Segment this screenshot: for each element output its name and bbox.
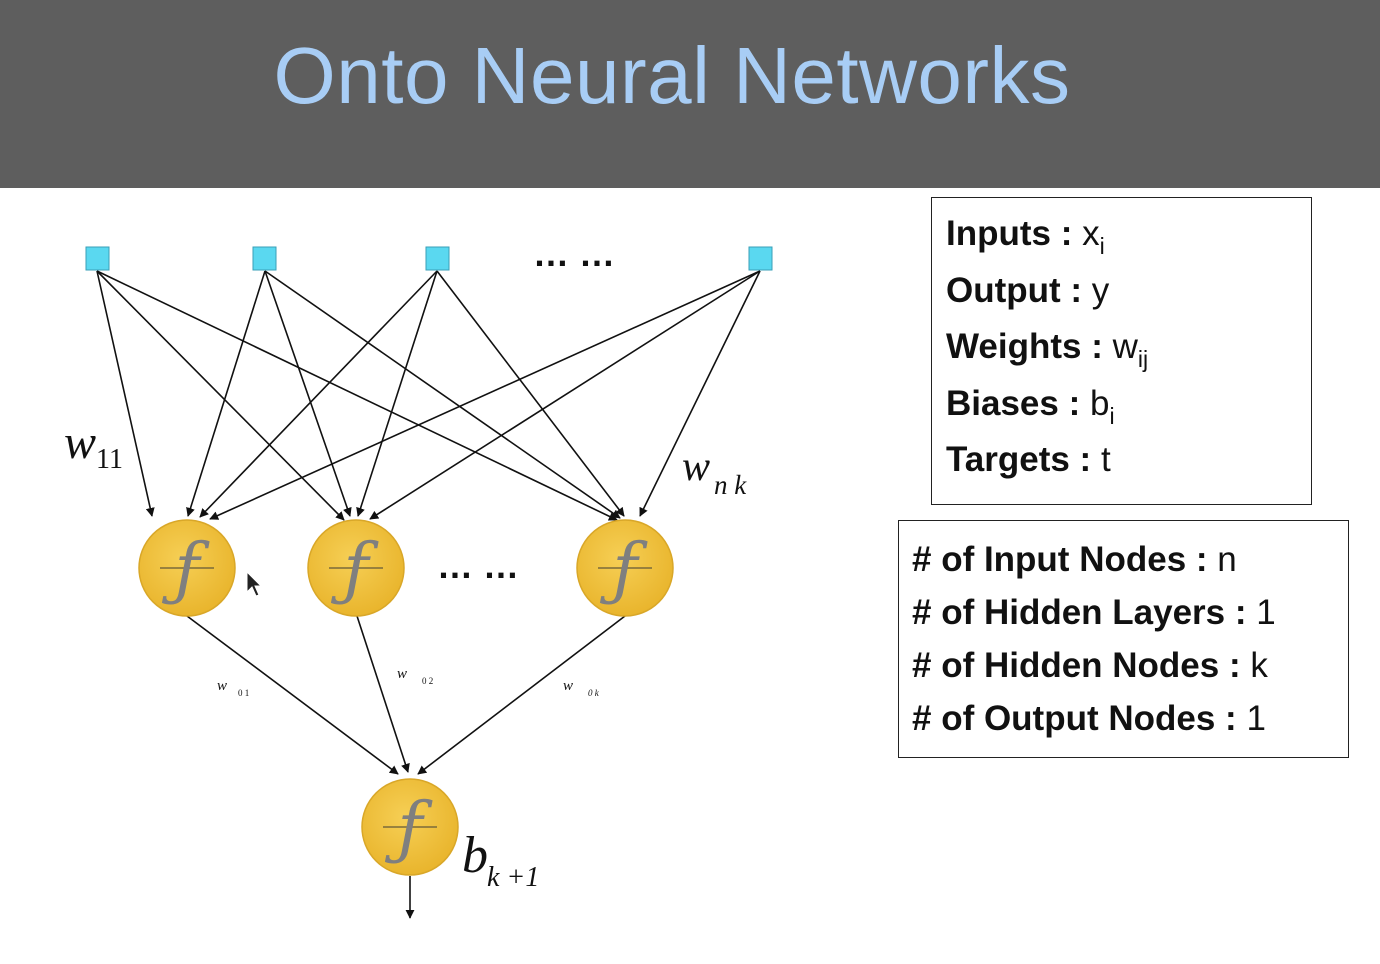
bias-label-sub: k +1 <box>487 862 539 893</box>
weight-label-w11-sub: 11 <box>96 444 123 475</box>
structure-label: # of Input Nodes : <box>912 540 1208 579</box>
structure-value: n <box>1217 540 1237 579</box>
legend-subscript: i <box>1099 233 1105 259</box>
weight-label-wnk-base: w <box>682 444 710 490</box>
hidden-node-1: ƒ <box>138 519 236 617</box>
input-node-1 <box>85 246 110 271</box>
structure-label: # of Hidden Nodes : <box>912 646 1241 685</box>
weight-label-w11-base: w <box>64 416 96 469</box>
title-bar: Onto Neural Networks <box>0 0 1380 188</box>
structure-legend: # of Input Nodes : n # of Hidden Layers … <box>898 520 1349 758</box>
input-node-n <box>748 246 773 271</box>
input-hidden-connections <box>96 270 761 521</box>
legend-value: t <box>1100 440 1111 479</box>
mouse-cursor-icon <box>246 570 263 597</box>
legend-value: y <box>1091 270 1110 310</box>
legend-label: Weights : <box>946 327 1103 366</box>
legend-row-biases: Biases : bi <box>946 376 1311 433</box>
structure-value: 1 <box>1246 699 1266 738</box>
structure-label: # of Output Nodes : <box>912 699 1237 738</box>
hidden-node-2: ƒ <box>307 519 405 617</box>
bias-label-base: b <box>462 827 488 884</box>
input-node-2 <box>252 246 277 271</box>
weight-label-w0k-base: w <box>563 678 573 694</box>
legend-value: x <box>1082 214 1100 253</box>
output-node: ƒ <box>361 778 459 876</box>
weight-label-w02-sub: 0 2 <box>422 676 433 686</box>
legend-value: w <box>1112 327 1138 366</box>
edge-i2-h2 <box>264 270 352 517</box>
input-ellipsis: … … <box>533 233 615 274</box>
input-layer <box>85 246 773 271</box>
hidden-layer: ƒ ƒ ƒ <box>138 519 674 617</box>
slide-title: Onto Neural Networks <box>273 31 1071 120</box>
structure-value: k <box>1250 646 1268 685</box>
weight-label-w01-sub: 0 1 <box>238 688 249 698</box>
legend-row-inputs: Inputs : xi <box>946 206 1311 263</box>
legend-subscript: ij <box>1137 346 1149 372</box>
weight-label-w0k-sub: 0 k <box>588 688 600 698</box>
variables-legend: Inputs : xi Output : y Weights : wij Bia… <box>931 197 1312 505</box>
weight-label-wnk-sub: n k <box>714 470 747 500</box>
legend-label: Output : <box>946 270 1083 310</box>
edge-i3-h2 <box>356 270 438 517</box>
hidden-ellipsis: … … <box>437 545 519 586</box>
edge-i2-h1 <box>186 270 266 517</box>
legend-label: Biases : <box>946 383 1081 423</box>
edge-i1-h2 <box>96 270 345 521</box>
weight-label-w01-base: w <box>217 678 227 694</box>
input-node-3 <box>425 246 450 271</box>
hidden-node-k: ƒ <box>576 519 674 617</box>
structure-label: # of Hidden Layers : <box>912 593 1247 632</box>
structure-row-input-nodes: # of Input Nodes : n <box>912 533 1348 586</box>
legend-row-targets: Targets : t <box>946 432 1311 489</box>
legend-label: Targets : <box>946 440 1092 479</box>
edge-h1-o <box>186 615 399 775</box>
legend-row-output: Output : y <box>946 263 1311 320</box>
structure-row-output-nodes: # of Output Nodes : 1 <box>912 692 1348 745</box>
legend-value: b <box>1089 383 1110 423</box>
legend-row-weights: Weights : wij <box>946 319 1311 376</box>
edge-in-h1 <box>209 270 761 520</box>
weight-label-w02-base: w <box>397 666 407 682</box>
neural-network-diagram: … … ƒ ƒ ƒ … … ƒ w 11 w n k w 0 1 w 0 2 w… <box>64 233 773 919</box>
structure-row-hidden-layers: # of Hidden Layers : 1 <box>912 586 1348 639</box>
edge-i1-h1 <box>96 270 155 517</box>
structure-row-hidden-nodes: # of Hidden Nodes : k <box>912 639 1348 692</box>
legend-subscript: i <box>1109 402 1115 429</box>
edge-i1-h3 <box>96 270 618 521</box>
structure-value: 1 <box>1256 593 1276 632</box>
legend-label: Inputs : <box>946 214 1073 253</box>
